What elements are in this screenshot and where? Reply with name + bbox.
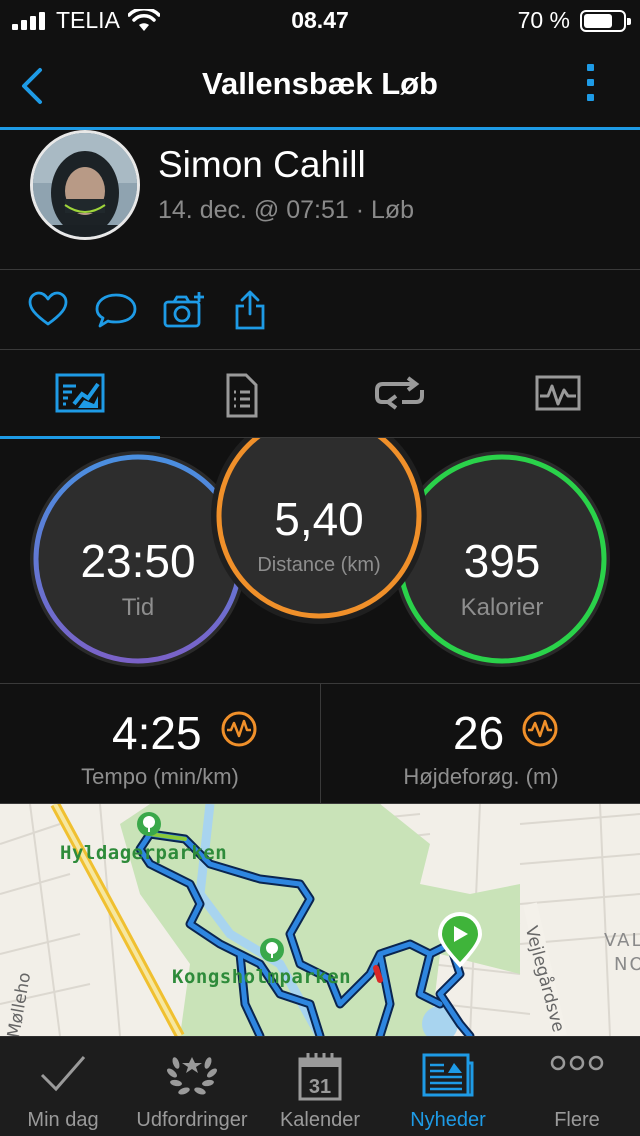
activity-tabs [0,350,640,439]
battery-percentage: 70 % [517,7,570,33]
map-summary-icon [55,373,105,413]
calories-value: 395 [463,535,541,587]
elevation-label: Højdeforøg. (m) [403,764,559,789]
tab-summary[interactable] [0,350,160,439]
avatar[interactable] [30,130,140,240]
share-button[interactable] [228,290,272,330]
add-photo-button[interactable] [162,290,206,330]
page-title: Vallensbæk Løb [201,66,438,101]
nav-header: Vallensbæk Løb [0,40,640,128]
route-map[interactable]: Hyldagerparken Kongsholmparken Vejlegård… [0,804,640,1036]
park-pin-kongsholmparken [260,938,284,962]
pace-icon [221,711,257,747]
more-options-button[interactable] [580,64,600,108]
check-icon [40,1056,86,1092]
park-pin-hyldagerparken [137,812,161,836]
tempo-value: 4:25 [112,707,202,759]
tempo-metric: 4:25 Tempo (min/km) [0,684,320,804]
calories-label: Kalorier [460,594,544,621]
elevation-icon [522,711,558,747]
laurel-icon [167,1057,217,1095]
user-name[interactable]: Simon Cahill [158,144,366,186]
time-value: 23:50 [80,535,196,587]
tab-label: Min dag [27,1109,99,1131]
calendar-icon: 31 [298,1053,342,1101]
activity-meta: 14. dec. @ 07:51 · Løb [158,196,415,224]
elevation-value: 26 [453,707,505,759]
tab-kalender[interactable]: 31 Kalender [258,1037,382,1136]
metrics-row: 4:25 Tempo (min/km) 26 Højdeforøg. (m) [0,684,640,804]
tab-details[interactable] [160,350,320,438]
more-dots-icon [550,1055,604,1071]
news-icon [422,1053,474,1097]
map-label-park1: Hyldagerparken [60,842,228,864]
like-button[interactable] [26,290,70,330]
bottom-tab-bar: Min dag Udfordringer 31 Kalender Nyheder… [0,1036,640,1136]
distance-value: 5,40 [274,493,364,545]
stats-summary: 23:50 Tid 5,40 Distance (km) 395 Kalorie… [0,438,640,684]
tab-nyheder[interactable]: Nyheder [382,1037,514,1136]
elevation-metric: 26 Højdeforøg. (m) [320,684,640,804]
comment-button[interactable] [94,290,138,330]
map-label-area1: VAL [604,930,640,951]
tab-label: Nyheder [410,1109,486,1131]
tempo-label: Tempo (min/km) [81,764,239,789]
distance-label: Distance (km) [257,554,381,576]
tab-udfordringer[interactable]: Udfordringer [126,1037,258,1136]
map-label-park2: Kongsholmparken [172,966,352,988]
activity-owner: Simon Cahill 14. dec. @ 07:51 · Løb [0,130,640,270]
social-actions [0,270,640,350]
details-sheet-icon [226,373,258,418]
status-bar: TELIA 08.47 70 % [0,0,640,40]
chart-icon [535,375,581,411]
time-label: Tid [121,594,155,621]
tab-label: Udfordringer [136,1109,248,1131]
tab-label: Kalender [279,1109,361,1131]
tab-min-dag[interactable]: Min dag [0,1037,126,1136]
tab-charts[interactable] [480,350,640,438]
tab-laps[interactable] [320,350,480,438]
laps-icon [375,376,424,410]
calendar-day: 31 [309,1076,331,1098]
battery-icon [580,10,631,32]
map-label-area2: NO [614,954,640,975]
tab-label: Flere [554,1109,600,1131]
tab-flere[interactable]: Flere [514,1037,640,1136]
